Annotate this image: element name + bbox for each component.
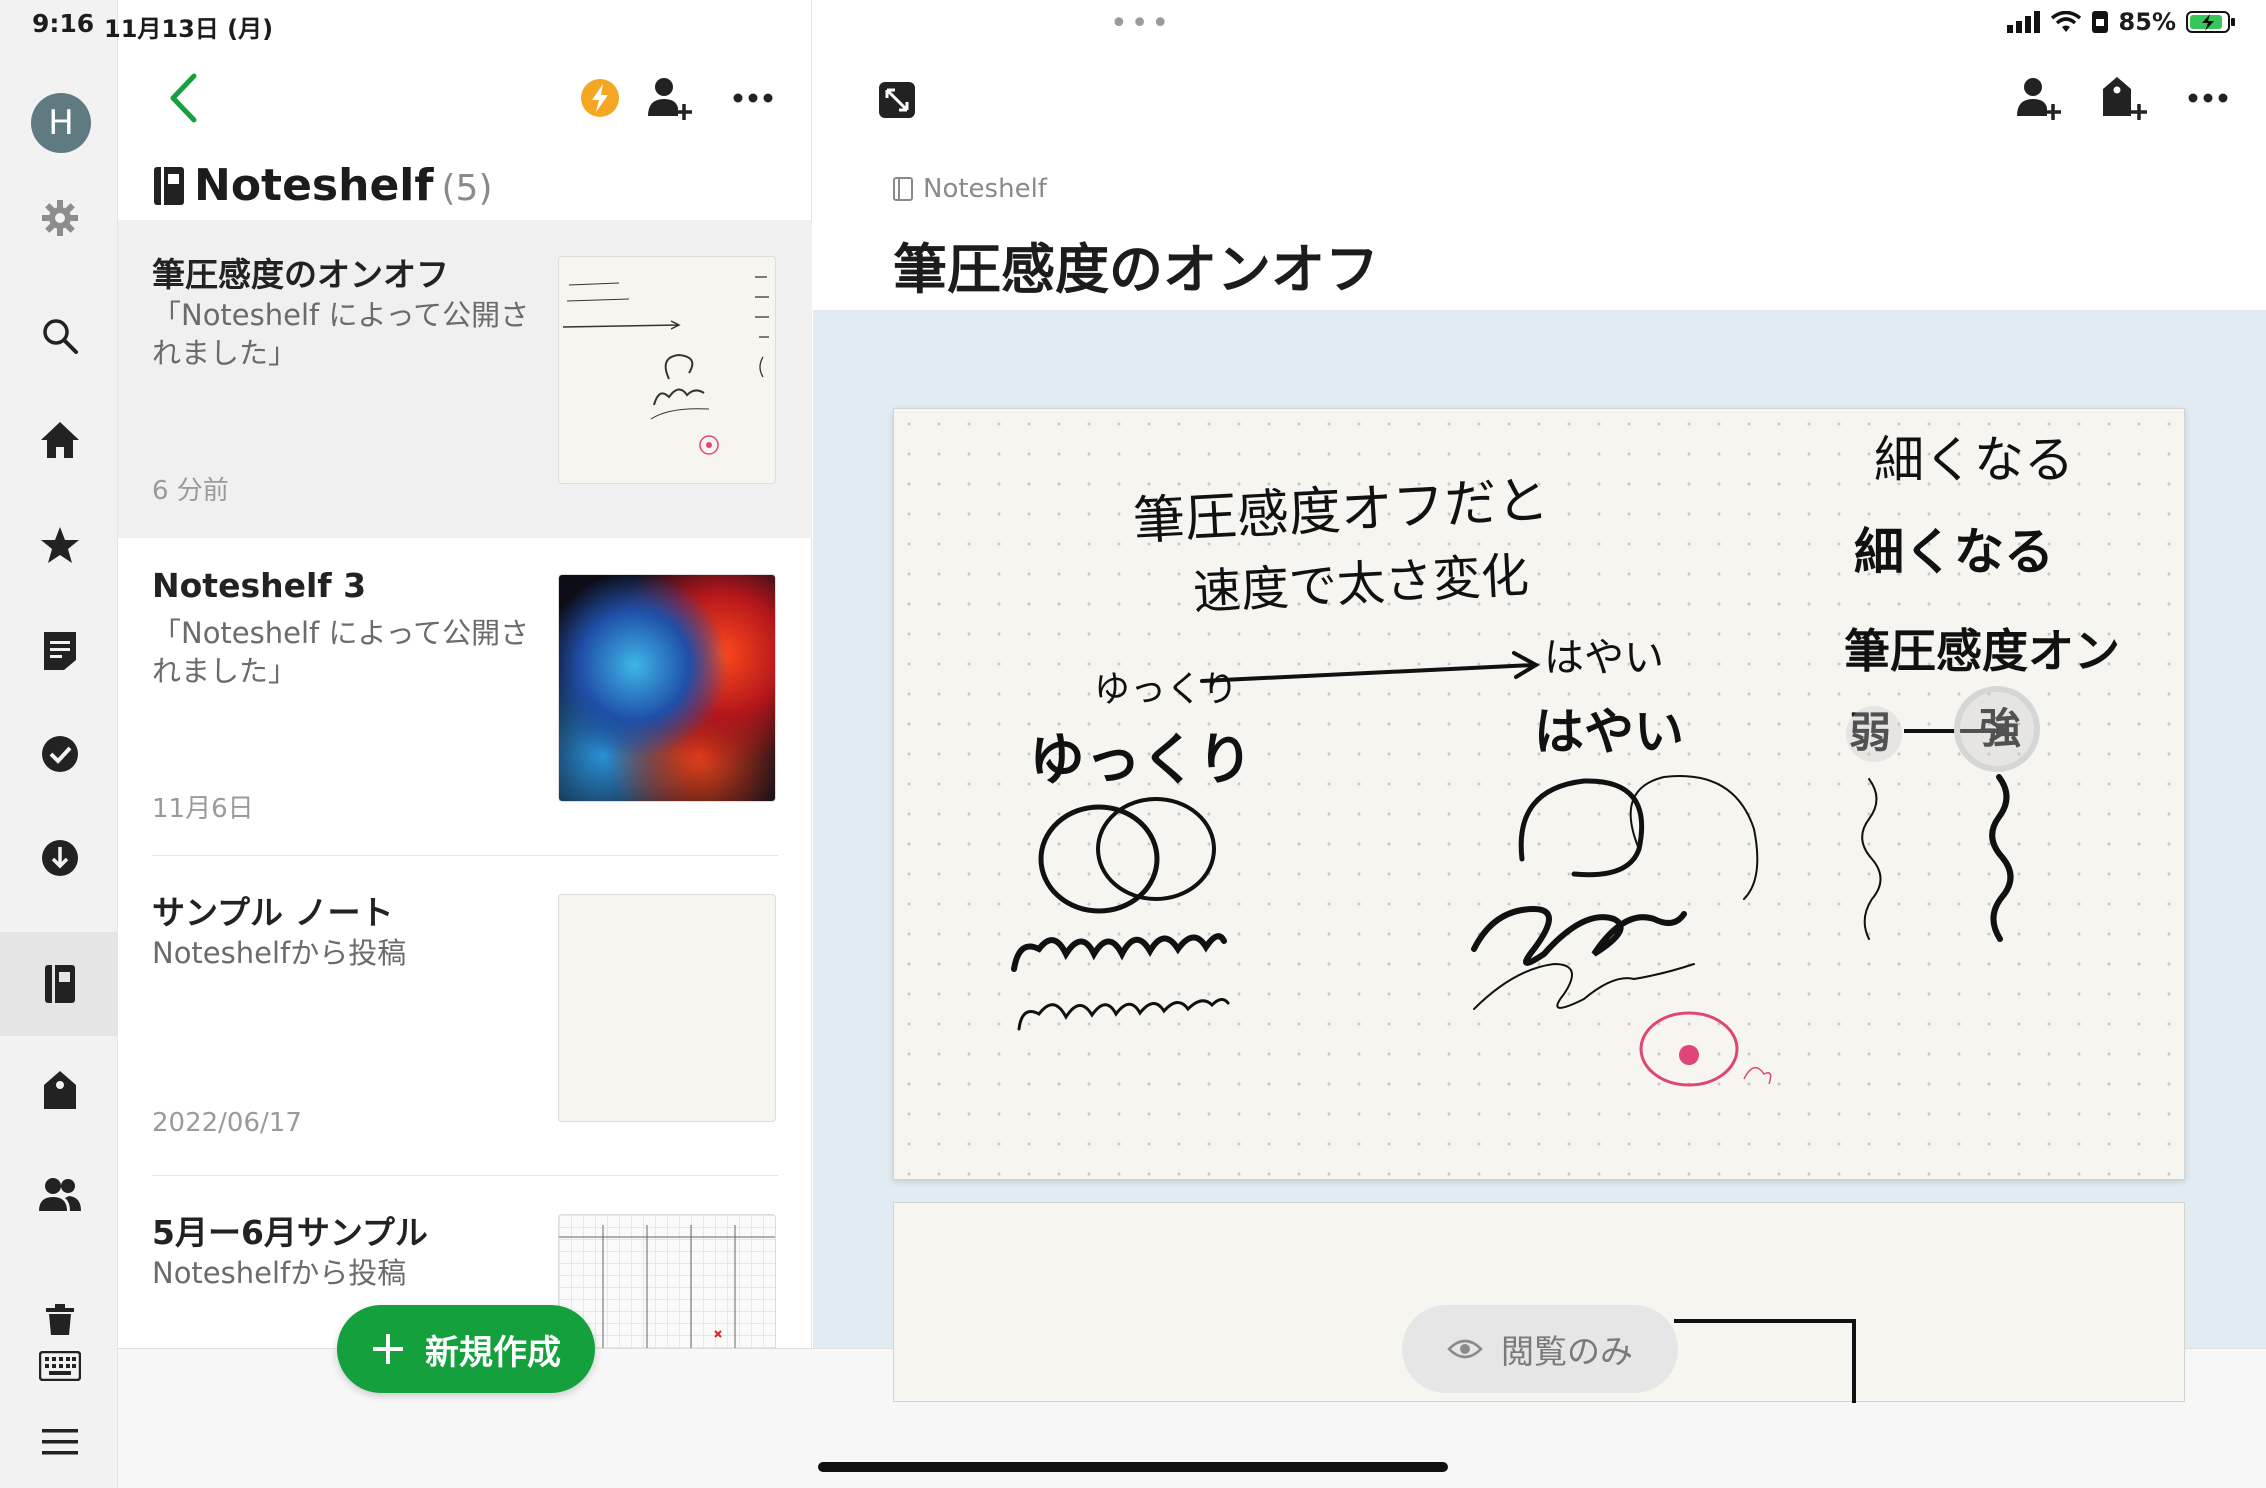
- note-canvas: 筆圧感度オフだと 速度で太さ変化 ゆっくり はやい ゆっくり はやい 細くなる …: [813, 310, 2266, 1403]
- trash-icon[interactable]: [34, 1294, 86, 1346]
- highlight-circle: [1954, 686, 2040, 772]
- notebook-outline-icon: [893, 177, 913, 201]
- more-options-icon[interactable]: [728, 76, 778, 120]
- back-chevron-icon[interactable]: [158, 70, 208, 126]
- battery-percent: 85%: [2118, 8, 2176, 36]
- slow-circles: [1011, 797, 1230, 1031]
- read-only-label: 閲覧のみ: [1501, 1332, 1633, 1371]
- hw-fast: はやい: [1544, 635, 1664, 681]
- list-divider: [152, 855, 778, 856]
- left-rail: H: [0, 0, 118, 1488]
- note-title: 筆圧感度のオンオフ: [152, 255, 449, 294]
- expand-fullscreen-icon[interactable]: [873, 76, 921, 124]
- plus-icon: [373, 1334, 403, 1364]
- hw-slow: ゆっくり: [1094, 669, 1238, 710]
- note-snippet: Noteshelfから投稿: [152, 936, 407, 970]
- list-item[interactable]: Noteshelf 3 「Noteshelf によって公開されました」 11月6…: [118, 538, 812, 856]
- hw-thin-2: 細くなる: [1854, 522, 2054, 581]
- home-indicator[interactable]: [818, 1462, 1448, 1472]
- hw-line1: 筆圧感度オフだと: [1132, 470, 1551, 552]
- wifi-icon: [2050, 11, 2081, 32]
- tag-icon[interactable]: [34, 1064, 86, 1116]
- download-icon[interactable]: [34, 832, 86, 884]
- avatar[interactable]: H: [31, 93, 91, 153]
- pressure-squiggles: [1861, 774, 2014, 942]
- status-date: 11月13日 (月): [104, 15, 274, 43]
- add-person-icon[interactable]: [644, 72, 696, 124]
- list-item[interactable]: 筆圧感度のオンオフ 「Noteshelf によって公開されました」 6 分前: [118, 220, 812, 538]
- hw-fast-2: はやい: [1534, 702, 1684, 761]
- star-icon[interactable]: [34, 519, 86, 571]
- page-title: 筆圧感度のオンオフ: [893, 238, 1379, 301]
- add-tag-icon[interactable]: [2099, 72, 2151, 124]
- status-time: 9:16: [32, 9, 95, 38]
- search-icon[interactable]: [34, 310, 86, 362]
- pink-pressure-dot: [1639, 1011, 1772, 1087]
- hw-pressure-on: 筆圧感度オン: [1844, 624, 2120, 678]
- settings-gear-icon[interactable]: [34, 192, 86, 244]
- cellular-signal-icon: [2006, 11, 2040, 33]
- hamburger-menu-icon[interactable]: [34, 1416, 86, 1468]
- note-title: サンプル ノート: [152, 893, 394, 932]
- breadcrumb[interactable]: Noteshelf: [893, 174, 1047, 204]
- fast-curls: [1471, 775, 1759, 1010]
- more-options-icon[interactable]: [2183, 76, 2233, 120]
- home-icon[interactable]: [34, 414, 86, 466]
- note-thumbnail-image: [558, 574, 776, 802]
- lightning-upgrade-icon[interactable]: [578, 76, 622, 120]
- note-date: 2022/06/17: [152, 1108, 302, 1138]
- notes-icon[interactable]: [34, 625, 86, 677]
- note-title: 5月ー6月サンプル: [152, 1213, 428, 1252]
- notebook-icon[interactable]: [34, 958, 86, 1010]
- note-snippet: 「Noteshelf によって公開されました」: [152, 298, 530, 370]
- breadcrumb-notebook: Noteshelf: [923, 174, 1047, 204]
- notebook-count: (5): [441, 168, 493, 209]
- notebook-name: Noteshelf: [194, 160, 434, 211]
- orientation-lock-icon: [2091, 11, 2108, 33]
- eye-icon: [1447, 1339, 1483, 1359]
- status-right: 85%: [2006, 8, 2236, 36]
- note-date: 11月6日: [152, 794, 254, 824]
- note-date: 6 分前: [152, 476, 229, 506]
- list-item[interactable]: サンプル ノート Noteshelfから投稿 2022/06/17: [118, 858, 812, 1176]
- note-snippet: Noteshelfから投稿: [152, 1256, 407, 1290]
- new-note-label: 新規作成: [425, 1332, 561, 1373]
- list-divider: [152, 1175, 778, 1176]
- shared-users-icon[interactable]: [34, 1168, 86, 1220]
- status-bar: 9:16 11月13日 (月) ••• 85%: [0, 0, 2266, 48]
- add-person-icon[interactable]: [2013, 72, 2065, 124]
- notebook-heading: Noteshelf (5): [152, 160, 493, 211]
- hw-slow-2: ゆっくり: [1029, 727, 1253, 793]
- tasks-check-icon[interactable]: [34, 728, 86, 780]
- note-snippet: 「Noteshelf によって公開されました」: [152, 616, 530, 688]
- read-only-badge[interactable]: 閲覧のみ: [1402, 1305, 1678, 1393]
- arrow-stroke: [1200, 651, 1541, 683]
- keyboard-icon[interactable]: [34, 1340, 86, 1392]
- highlight-circle-2: [1846, 706, 1902, 762]
- note-detail-panel: Noteshelf 筆圧感度のオンオフ 筆圧感度オフだと 速度で太さ変化 ゆっく…: [813, 0, 2266, 1403]
- battery-charging-icon: [2186, 11, 2235, 33]
- note-thumbnail: [558, 894, 776, 1122]
- new-note-button[interactable]: 新規作成: [337, 1305, 595, 1393]
- hw-line2: 速度で太さ変化: [1192, 547, 1530, 621]
- notebook-icon: [154, 166, 184, 205]
- multitask-dots-icon[interactable]: •••: [1110, 6, 1172, 41]
- handwriting-page: 筆圧感度オフだと 速度で太さ変化 ゆっくり はやい ゆっくり はやい 細くなる …: [893, 408, 2185, 1180]
- note-list-panel: Noteshelf (5) 筆圧感度のオンオフ 「Noteshelf によって公…: [118, 0, 812, 1488]
- note-title: Noteshelf 3: [152, 566, 367, 605]
- hw-thin-1: 細くなる: [1874, 431, 2074, 489]
- note-thumbnail: [558, 256, 776, 484]
